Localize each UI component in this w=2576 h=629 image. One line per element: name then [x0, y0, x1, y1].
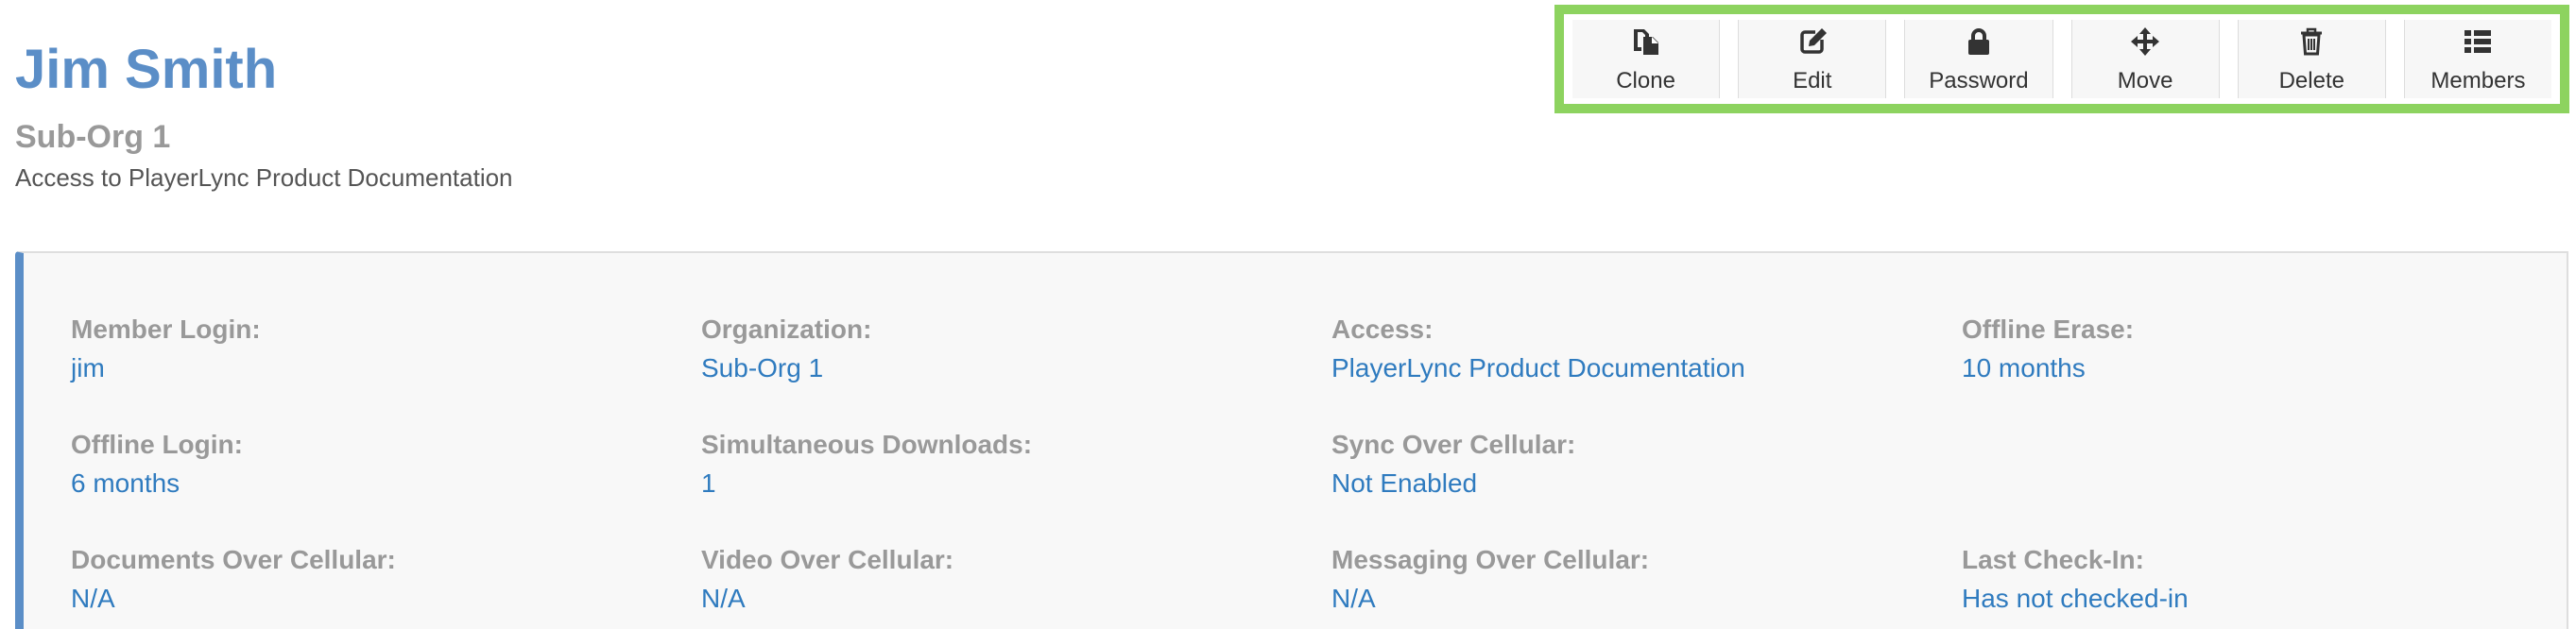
- access-description: Access to PlayerLync Product Documentati…: [15, 163, 513, 192]
- video-over-cellular-field: Video Over Cellular: N/A: [701, 544, 1306, 615]
- password-button[interactable]: Password: [1885, 20, 2052, 98]
- video-over-cellular-value[interactable]: N/A: [701, 583, 1306, 615]
- list-icon: [2463, 26, 2493, 57]
- member-details-panel: Member Login: jim Organization: Sub-Org …: [15, 251, 2568, 629]
- lock-icon: [1964, 26, 1994, 57]
- offline-erase-field: Offline Erase: 10 months: [1962, 314, 2567, 384]
- member-action-toolbar: Clone Edit Password Move Delete Members: [1554, 5, 2569, 113]
- access-field: Access: PlayerLync Product Documentation: [1331, 314, 1936, 384]
- organization-label: Organization:: [701, 314, 872, 344]
- edit-icon: [1797, 26, 1828, 57]
- organization-value[interactable]: Sub-Org 1: [701, 352, 1306, 384]
- last-check-in-field: Last Check-In: Has not checked-in: [1962, 544, 2567, 615]
- documents-over-cellular-field: Documents Over Cellular: N/A: [71, 544, 676, 615]
- move-button-label: Move: [2117, 67, 2173, 94]
- video-over-cellular-label: Video Over Cellular:: [701, 545, 954, 574]
- offline-login-value[interactable]: 6 months: [71, 468, 676, 500]
- simultaneous-downloads-label: Simultaneous Downloads:: [701, 430, 1033, 459]
- messaging-over-cellular-field: Messaging Over Cellular: N/A: [1331, 544, 1936, 615]
- trash-icon: [2296, 26, 2327, 57]
- edit-button[interactable]: Edit: [1719, 20, 1886, 98]
- access-label: Access:: [1331, 314, 1434, 344]
- offline-erase-value[interactable]: 10 months: [1962, 352, 2567, 384]
- member-login-value[interactable]: jim: [71, 352, 676, 384]
- clone-icon: [1631, 26, 1661, 57]
- messaging-over-cellular-label: Messaging Over Cellular:: [1331, 545, 1650, 574]
- clone-button[interactable]: Clone: [1572, 20, 1720, 98]
- last-check-in-label: Last Check-In:: [1962, 545, 2144, 574]
- access-value[interactable]: PlayerLync Product Documentation: [1331, 352, 1936, 384]
- password-button-label: Password: [1929, 67, 2029, 94]
- messaging-over-cellular-value[interactable]: N/A: [1331, 583, 1936, 615]
- sync-over-cellular-label: Sync Over Cellular:: [1331, 430, 1576, 459]
- members-button-label: Members: [2430, 67, 2526, 94]
- member-login-field: Member Login: jim: [71, 314, 676, 384]
- members-button[interactable]: Members: [2384, 20, 2552, 98]
- offline-login-field: Offline Login: 6 months: [71, 429, 676, 500]
- offline-erase-label: Offline Erase:: [1962, 314, 2135, 344]
- sync-over-cellular-value[interactable]: Not Enabled: [1331, 468, 1936, 500]
- member-login-label: Member Login:: [71, 314, 261, 344]
- organization-subtitle: Sub-Org 1: [15, 119, 171, 155]
- move-icon: [2130, 26, 2160, 57]
- delete-button-label: Delete: [2278, 67, 2344, 94]
- documents-over-cellular-value[interactable]: N/A: [71, 583, 676, 615]
- move-button[interactable]: Move: [2052, 20, 2219, 98]
- simultaneous-downloads-field: Simultaneous Downloads: 1: [701, 429, 1306, 500]
- sync-over-cellular-field: Sync Over Cellular: Not Enabled: [1331, 429, 1936, 500]
- documents-over-cellular-label: Documents Over Cellular:: [71, 545, 396, 574]
- delete-button[interactable]: Delete: [2218, 20, 2385, 98]
- clone-button-label: Clone: [1616, 67, 1675, 94]
- user-name-title: Jim Smith: [15, 39, 278, 100]
- edit-button-label: Edit: [1793, 67, 1832, 94]
- last-check-in-value[interactable]: Has not checked-in: [1962, 583, 2567, 615]
- organization-field: Organization: Sub-Org 1: [701, 314, 1306, 384]
- simultaneous-downloads-value[interactable]: 1: [701, 468, 1306, 500]
- offline-login-label: Offline Login:: [71, 430, 243, 459]
